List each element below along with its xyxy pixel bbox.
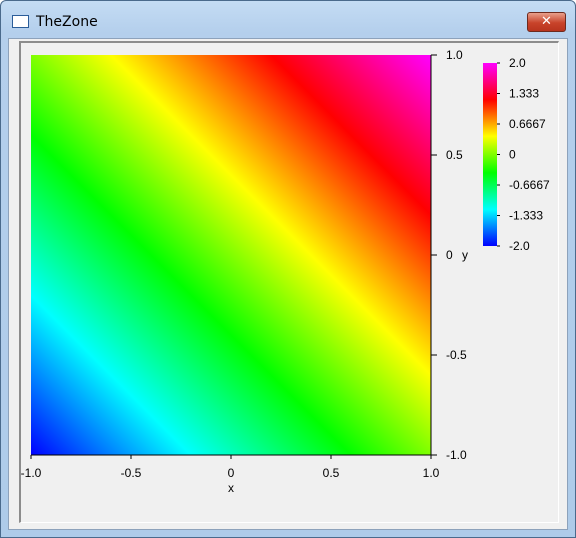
colorbar-tick-label: 2.0 <box>509 56 526 70</box>
y-tick-label: 1.0 <box>446 48 463 62</box>
x-axis: -1.0 -0.5 0 0.5 1.0 <box>21 454 440 480</box>
colorbar-tick-label: 0 <box>509 148 516 162</box>
colorbar-tick-label: 1.333 <box>509 87 539 101</box>
x-tick-label: 0 <box>228 466 235 480</box>
y-axis-label: y <box>462 248 468 262</box>
colorbar-tick-label: -1.333 <box>509 209 543 223</box>
heatmap-chart: -1.0 -0.5 0 0.5 1.0 1.0 0.5 0 -0.5 -1.0 x y 2.0 1… <box>21 48 550 495</box>
colorbar <box>483 63 497 246</box>
heatmap-plot-area <box>31 55 431 455</box>
x-tick-label: 1.0 <box>423 466 440 480</box>
y-tick-label: -0.5 <box>446 348 467 362</box>
y-tick-label: -1.0 <box>446 448 467 462</box>
x-tick-label: 0.5 <box>323 466 340 480</box>
y-tick-label: 0.5 <box>446 148 463 162</box>
colorbar-tick-label: -2.0 <box>509 239 530 253</box>
colorbar-axis: 2.0 1.333 0.6667 0 -0.6667 -1.333 -2.0 <box>497 56 550 253</box>
colorbar-tick-label: -0.6667 <box>509 178 550 192</box>
x-axis-label: x <box>228 481 234 495</box>
y-tick-label: 0 <box>446 248 453 262</box>
x-tick-label: -1.0 <box>21 466 42 480</box>
x-tick-label: -0.5 <box>121 466 142 480</box>
colorbar-tick-label: 0.6667 <box>509 117 546 131</box>
